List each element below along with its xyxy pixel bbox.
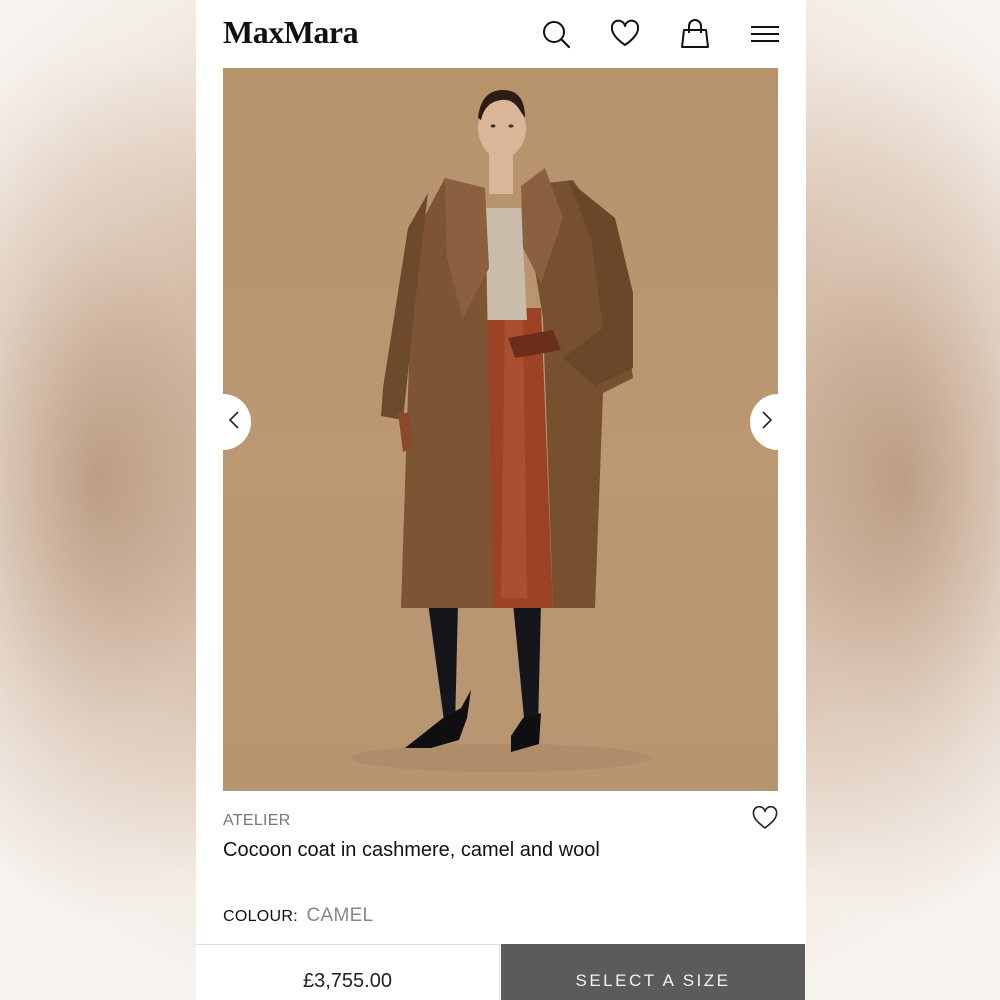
colour-row: COLOUR: CAMEL xyxy=(223,905,373,927)
colour-value: CAMEL xyxy=(306,905,374,926)
product-line-label: ATELIER xyxy=(223,812,291,829)
search-icon[interactable] xyxy=(540,18,572,50)
chevron-right-icon xyxy=(761,410,778,435)
backdrop-left xyxy=(0,0,196,1000)
product-page: MaxMara ATELIER Cocoon coat in cashmere,… xyxy=(196,0,806,1000)
select-size-button[interactable]: SELECT A SIZE xyxy=(501,944,805,1000)
product-title: Cocoon coat in cashmere, camel and wool xyxy=(223,839,600,861)
brand-logo[interactable]: MaxMara xyxy=(223,14,359,51)
wishlist-button[interactable] xyxy=(752,805,780,830)
shopping-bag-icon[interactable] xyxy=(679,18,711,50)
heart-icon[interactable] xyxy=(609,18,641,50)
menu-icon[interactable] xyxy=(749,18,781,50)
product-image[interactable] xyxy=(223,68,778,791)
heart-outline-icon xyxy=(752,805,778,834)
colour-label: COLOUR: xyxy=(223,908,298,925)
backdrop-right xyxy=(806,0,1000,1000)
price: £3,755.00 xyxy=(196,944,500,1000)
model-photo xyxy=(351,90,651,772)
chevron-left-icon xyxy=(223,410,240,435)
